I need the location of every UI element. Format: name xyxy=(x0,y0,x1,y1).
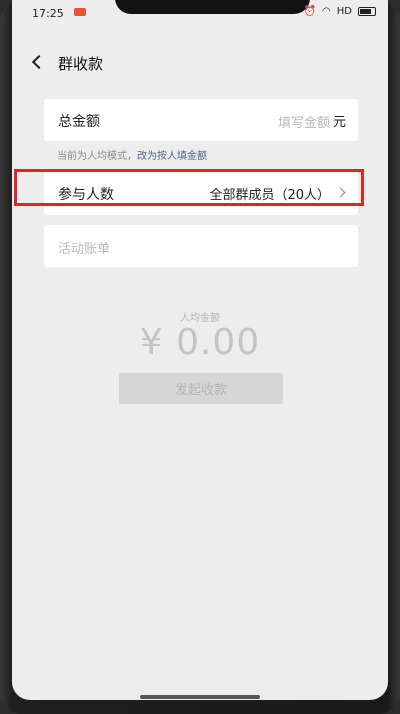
status-time: 17:25 xyxy=(32,7,64,20)
back-icon[interactable] xyxy=(31,54,47,70)
average-amount-value: ¥ 0.00 xyxy=(139,322,261,363)
page-title: 群收款 xyxy=(58,55,104,73)
currency-unit: 元 xyxy=(332,115,346,130)
amount-input[interactable]: 填写金额 xyxy=(278,112,330,131)
signal-label: HD xyxy=(336,6,352,17)
wifi-icon: ◠ xyxy=(322,6,331,17)
status-bar: 17:25 ⏰ ◠ HD xyxy=(12,0,388,24)
battery-icon xyxy=(358,7,376,16)
alarm-icon: ⏰ xyxy=(303,6,317,17)
mode-hint-text: 当前为人均模式， xyxy=(57,151,137,162)
highlight-box xyxy=(14,169,364,206)
home-indicator[interactable] xyxy=(140,695,260,699)
status-icons: ⏰ ◠ HD xyxy=(304,6,376,17)
activity-bill-row[interactable]: 活动账单 xyxy=(44,225,358,267)
nav-bar: 群收款 xyxy=(12,46,388,76)
switch-mode-link[interactable]: 改为按人填金额 xyxy=(137,151,207,162)
phone-frame: 17:25 ⏰ ◠ HD 群收款 总金额 填写金额 元 当前为人均模式，改为按人… xyxy=(0,0,400,714)
app-notification-icon xyxy=(74,8,86,16)
mode-hint: 当前为人均模式，改为按人填金额 xyxy=(57,147,207,162)
total-amount-row[interactable]: 总金额 填写金额 元 xyxy=(44,99,358,141)
screen: 17:25 ⏰ ◠ HD 群收款 总金额 填写金额 元 当前为人均模式，改为按人… xyxy=(12,0,388,700)
activity-bill-input[interactable]: 活动账单 xyxy=(58,238,110,257)
start-collection-button[interactable]: 发起收款 xyxy=(119,373,283,404)
total-amount-label: 总金额 xyxy=(58,114,100,130)
